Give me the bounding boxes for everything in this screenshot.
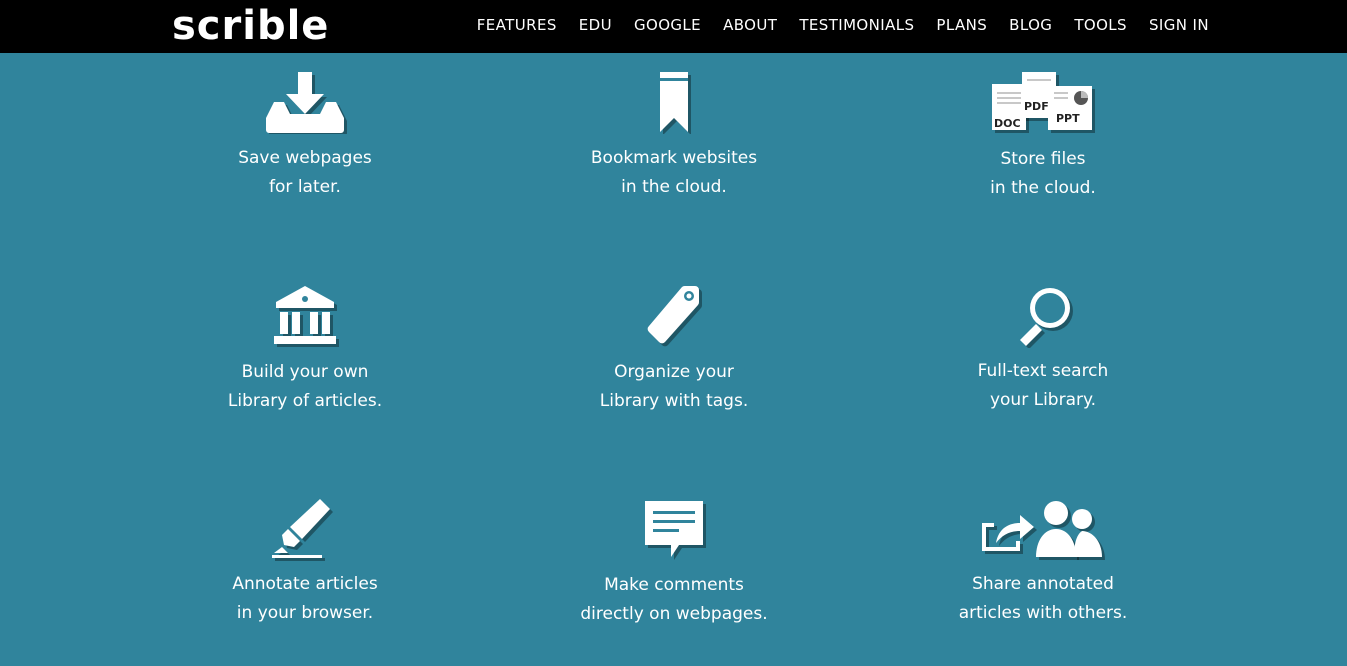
feature-line-2: in your browser. <box>236 603 374 623</box>
feature-line-2: for later. <box>269 177 341 197</box>
main-nav: FEATURES EDU GOOGLE ABOUT TESTIMONIALS P… <box>455 0 1209 50</box>
feature-line-2: Library of articles. <box>227 391 383 411</box>
feature-line-1: Make comments <box>604 575 744 595</box>
feature-line-1: Share annotated <box>972 574 1114 594</box>
bookmark-icon <box>660 72 691 134</box>
nav-about[interactable]: ABOUT <box>723 16 777 34</box>
file-label-ppt: PPT <box>1056 112 1080 125</box>
feature-line-2: Library with tags. <box>599 391 749 411</box>
feature-line-2: articles with others. <box>958 603 1128 623</box>
feature-save-webpages: Save webpages for later. <box>145 70 465 202</box>
feature-line-2: in the cloud. <box>621 177 727 197</box>
feature-line-1: Organize your <box>614 362 734 382</box>
file-label-pdf: PDF <box>1024 100 1049 113</box>
feature-line-1: Build your own <box>241 362 369 382</box>
library-building-icon <box>274 286 339 347</box>
feature-full-text-search: Full-text search your Library. <box>883 284 1203 415</box>
feature-line-2: your Library. <box>989 390 1097 410</box>
feature-line-1: Store files <box>1000 149 1086 169</box>
feature-organize-tags: Organize your Library with tags. <box>514 284 834 416</box>
feature-line-1: Bookmark websites <box>590 148 758 168</box>
feature-build-library: Build your own Library of articles. <box>145 284 465 416</box>
feature-share-articles: Share annotated articles with others. <box>883 497 1203 628</box>
feature-line-2: in the cloud. <box>990 178 1096 198</box>
nav-testimonials[interactable]: TESTIMONIALS <box>799 16 914 34</box>
file-label-doc: DOC <box>994 117 1021 130</box>
nav-tools[interactable]: TOOLS <box>1074 16 1127 34</box>
scrible-logo[interactable]: scrible <box>172 1 329 51</box>
nav-google[interactable]: GOOGLE <box>634 16 701 34</box>
nav-plans[interactable]: PLANS <box>936 16 987 34</box>
comment-bubble-icon <box>645 501 706 560</box>
feature-annotate-articles: Annotate articles in your browser. <box>145 497 465 628</box>
highlighter-icon <box>272 499 333 561</box>
feature-line-1: Full-text search <box>977 361 1109 381</box>
download-tray-icon <box>266 72 347 134</box>
nav-edu[interactable]: EDU <box>579 16 612 34</box>
feature-line-1: Annotate articles <box>232 574 378 594</box>
top-navigation-bar: scrible FEATURES EDU GOOGLE ABOUT TESTIM… <box>0 0 1347 53</box>
tag-icon <box>647 285 703 347</box>
magnifier-icon <box>1020 288 1073 348</box>
nav-features[interactable]: FEATURES <box>477 16 557 34</box>
feature-line-1: Save webpages <box>238 148 372 168</box>
nav-sign-in[interactable]: SIGN IN <box>1149 16 1209 34</box>
share-users-icon <box>982 501 1105 560</box>
feature-make-comments: Make comments directly on webpages. <box>514 497 834 629</box>
feature-store-files: DOC PDF PPT Store files in the cloud. <box>883 70 1203 203</box>
feature-bookmark-websites: Bookmark websites in the cloud. <box>514 70 834 202</box>
files-doc-pdf-ppt-icon: DOC PDF PPT <box>992 72 1095 133</box>
feature-line-2: directly on webpages. <box>580 604 768 624</box>
nav-blog[interactable]: BLOG <box>1009 16 1052 34</box>
